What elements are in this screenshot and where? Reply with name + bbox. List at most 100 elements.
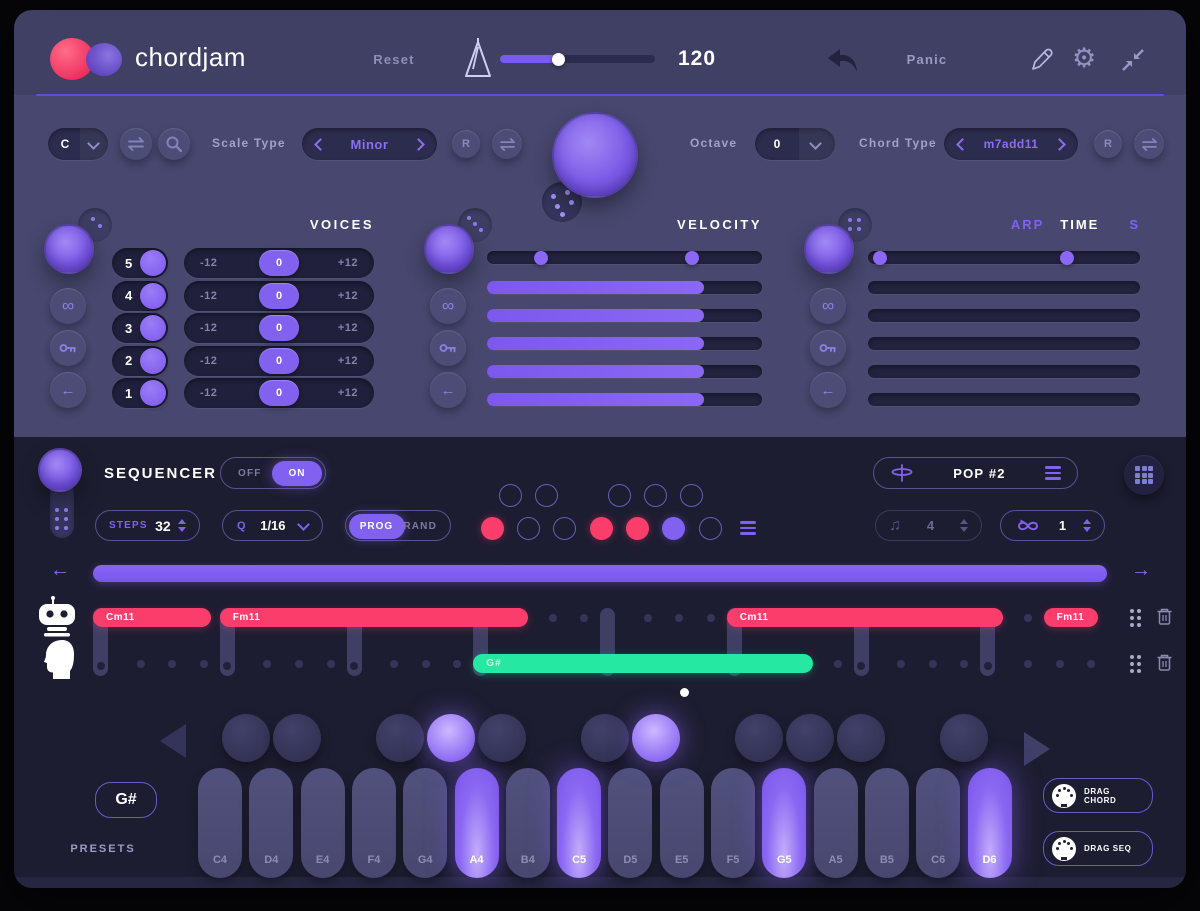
timeline-left-arrow[interactable]: ←	[50, 559, 70, 582]
chord-block-Cm11[interactable]: Cm11	[93, 608, 211, 627]
stepper-icon[interactable]	[960, 519, 968, 532]
prev-scale-icon[interactable]	[314, 138, 327, 151]
key-Fs4[interactable]	[376, 714, 424, 762]
root-note-select[interactable]: C	[48, 128, 108, 160]
chord-step-dot[interactable]	[549, 614, 557, 622]
timing-latch-button[interactable]: ∞	[810, 288, 846, 324]
key-F5[interactable]: F5	[711, 768, 755, 878]
root-key-display[interactable]: G#	[95, 782, 157, 818]
timing-reset-button[interactable]: ←	[810, 372, 846, 408]
voice-3-transpose-slider[interactable]: -120+12	[184, 313, 374, 343]
voice-2-toggle[interactable]: 2	[112, 346, 168, 376]
key-D5[interactable]: D5	[608, 768, 652, 878]
note-step-dot[interactable]	[168, 660, 176, 668]
note-row-drag-handle[interactable]	[1130, 655, 1141, 673]
voice-2-transpose-slider[interactable]: -120+12	[184, 346, 374, 376]
resize-collapse-icon[interactable]	[1120, 47, 1146, 78]
sequencer-power-toggle[interactable]: OFF ON	[220, 457, 326, 489]
grid-view-button[interactable]	[1124, 455, 1164, 495]
voice-1-toggle[interactable]: 1	[112, 378, 168, 408]
key-A5[interactable]: A5	[814, 768, 858, 878]
note-step-dot[interactable]	[897, 660, 905, 668]
loop-control[interactable]: 1	[1000, 510, 1105, 541]
pattern-step-7[interactable]	[699, 517, 722, 540]
velocity-bar-2[interactable]	[487, 309, 762, 322]
bpm-value[interactable]: 120	[662, 47, 732, 71]
time-bar-4[interactable]	[868, 365, 1140, 378]
panic-button[interactable]: Panic	[892, 52, 962, 67]
metronome-icon[interactable]	[460, 37, 496, 86]
voices-reset-button[interactable]: ←	[50, 372, 86, 408]
next-chord-icon[interactable]	[1053, 138, 1066, 151]
chord-step-dot[interactable]	[707, 614, 715, 622]
voice-3-toggle[interactable]: 3	[112, 313, 168, 343]
tab-arp[interactable]: ARP	[1011, 217, 1044, 232]
pattern-step-3[interactable]	[553, 517, 576, 540]
voice-4-toggle[interactable]: 4	[112, 281, 168, 311]
chord-step-dot[interactable]	[644, 614, 652, 622]
chord-row-robot-icon[interactable]	[36, 595, 78, 642]
note-row-head-icon[interactable]	[42, 639, 76, 684]
time-bar-3[interactable]	[868, 337, 1140, 350]
chord-block-Cm11[interactable]: Cm11	[727, 608, 1003, 627]
key-As4[interactable]	[478, 714, 526, 762]
tab-time[interactable]: TIME	[1060, 217, 1099, 232]
velocity-knob[interactable]	[424, 224, 474, 274]
velocity-lock-button[interactable]	[430, 330, 466, 366]
voices-latch-button[interactable]: ∞	[50, 288, 86, 324]
key-C4[interactable]: C4	[198, 768, 242, 878]
tempo-slider[interactable]	[500, 55, 655, 63]
velocity-bar-5[interactable]	[487, 393, 762, 406]
chord-step-dot[interactable]	[580, 614, 588, 622]
note-step-dot[interactable]	[1024, 660, 1032, 668]
key-Gs4[interactable]	[427, 714, 475, 762]
chord-step-dot[interactable]	[675, 614, 683, 622]
note-step-dot[interactable]	[263, 660, 271, 668]
scale-shuffle-button[interactable]	[492, 129, 522, 159]
note-step-dot[interactable]	[295, 660, 303, 668]
note-step-dot[interactable]	[834, 660, 842, 668]
pattern-step-1[interactable]	[481, 517, 504, 540]
preset-selector[interactable]: POP #2	[873, 457, 1078, 489]
rand-label[interactable]: RAND	[403, 521, 437, 532]
tempo-slider-thumb[interactable]	[552, 53, 565, 66]
note-row-delete-icon[interactable]	[1156, 653, 1173, 677]
key-As5[interactable]	[837, 714, 885, 762]
key-Ds5[interactable]	[632, 714, 680, 762]
key-A4[interactable]: A4	[455, 768, 499, 878]
edit-pencil-icon[interactable]	[1026, 44, 1056, 79]
voice-5-toggle[interactable]: 5	[112, 248, 168, 278]
time-bar-5[interactable]	[868, 393, 1140, 406]
octave-select[interactable]: 0	[755, 128, 835, 160]
note-step-dot[interactable]	[137, 660, 145, 668]
chord-randomize-button[interactable]: R	[1094, 130, 1122, 158]
key-C6[interactable]: C6	[916, 768, 960, 878]
velocity-range-thumb[interactable]	[685, 251, 699, 265]
key-B5[interactable]: B5	[865, 768, 909, 878]
root-shuffle-button[interactable]	[120, 128, 152, 160]
timeline-right-arrow[interactable]: →	[1131, 559, 1151, 582]
prog-pill[interactable]: PROG	[349, 514, 405, 539]
drag-seq-button[interactable]: DRAG SEQ	[1043, 831, 1153, 866]
note-rate-control[interactable]: ♫ 4	[875, 510, 982, 541]
pattern-step-top[interactable]	[499, 484, 522, 507]
sequencer-knob[interactable]	[38, 448, 82, 492]
reset-button[interactable]: Reset	[360, 52, 428, 67]
pattern-step-4[interactable]	[590, 517, 613, 540]
pattern-step-top[interactable]	[535, 484, 558, 507]
settings-gear-icon[interactable]: ⚙	[1072, 43, 1096, 74]
tab-strum[interactable]: S	[1129, 217, 1140, 232]
note-step-dot[interactable]	[1056, 660, 1064, 668]
key-E5[interactable]: E5	[660, 768, 704, 878]
chord-row-delete-icon[interactable]	[1156, 607, 1173, 631]
time-bar-1[interactable]	[868, 281, 1140, 294]
voice-1-transpose-slider[interactable]: -120+12	[184, 378, 374, 408]
note-step-dot[interactable]	[422, 660, 430, 668]
velocity-bar-3[interactable]	[487, 337, 762, 350]
transpose-value[interactable]: 0	[259, 380, 299, 406]
velocity-reset-button[interactable]: ←	[430, 372, 466, 408]
scale-type-select[interactable]: Minor	[302, 128, 437, 160]
master-knob[interactable]	[552, 112, 638, 198]
key-C5[interactable]: C5	[557, 768, 601, 878]
pattern-step-top[interactable]	[644, 484, 667, 507]
